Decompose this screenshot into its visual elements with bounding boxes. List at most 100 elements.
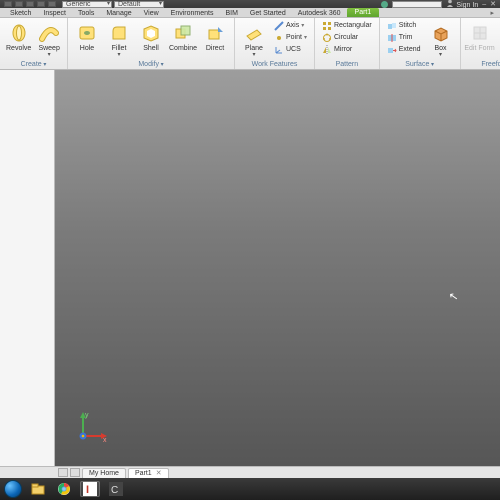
doc-tab-icon[interactable] xyxy=(70,468,80,477)
mirror-icon xyxy=(322,45,332,55)
mouse-cursor-icon: ↖ xyxy=(448,289,459,303)
tab-part1[interactable]: Part1✕ xyxy=(128,468,169,478)
group-label-pattern: Pattern xyxy=(319,60,375,69)
taskbar-chrome-icon[interactable] xyxy=(54,481,74,497)
workspace: y x ↖ xyxy=(0,70,500,466)
shell-button[interactable]: Shell xyxy=(136,20,166,60)
stitch-icon xyxy=(387,21,397,31)
tab-overflow-icon[interactable]: ▸ xyxy=(484,9,500,17)
plane-button[interactable]: Plane xyxy=(239,20,269,60)
close-icon[interactable]: ✕ xyxy=(156,470,162,477)
tab-tools[interactable]: Tools xyxy=(72,8,100,17)
search-input[interactable] xyxy=(392,1,442,8)
extend-icon xyxy=(387,45,397,55)
tab-bim[interactable]: BIM xyxy=(219,8,243,17)
group-modify: Hole Fillet Shell Combine Direct Modify xyxy=(68,18,235,69)
ribbon-tabstrip: Sketch Inspect Tools Manage View Environ… xyxy=(0,8,500,18)
document-tabs: My Home Part1✕ xyxy=(0,466,500,478)
box-icon xyxy=(430,22,452,44)
group-pattern: Rectangular Circular Mirror Pattern xyxy=(315,18,380,69)
group-label-create[interactable]: Create xyxy=(4,60,63,69)
tab-view[interactable]: View xyxy=(138,8,165,17)
edit-form-button: Edit Form xyxy=(465,20,495,53)
svg-text:C: C xyxy=(111,485,118,496)
appearance-dropdown[interactable]: Default xyxy=(114,1,164,8)
mirror-button[interactable]: Mirror xyxy=(319,44,375,55)
box-button[interactable]: Box xyxy=(426,20,456,60)
qat-undo-icon[interactable] xyxy=(37,1,45,7)
window-min-icon[interactable]: – xyxy=(482,1,486,8)
tab-manage[interactable]: Manage xyxy=(100,8,137,17)
viewport-3d[interactable]: y x ↖ xyxy=(55,70,500,466)
freeform-extra-button xyxy=(497,20,500,53)
group-label-surface[interactable]: Surface xyxy=(384,60,456,69)
group-work-features: Plane Axis ▾ Point ▾ UCS Work Features xyxy=(235,18,315,69)
rectangular-pattern-button[interactable]: Rectangular xyxy=(319,20,375,31)
tab-sketch[interactable]: Sketch xyxy=(4,8,37,17)
group-create: Revolve Sweep Create xyxy=(0,18,68,69)
stitch-button[interactable]: Stitch xyxy=(384,20,424,31)
ucs-icon xyxy=(274,45,284,55)
trim-button[interactable]: Trim xyxy=(384,32,424,43)
taskbar-explorer-icon[interactable] xyxy=(28,481,48,497)
axis-button[interactable]: Axis ▾ xyxy=(271,20,310,31)
combine-button[interactable]: Combine xyxy=(168,20,198,60)
group-label-work-features: Work Features xyxy=(239,60,310,69)
ucs-button[interactable]: UCS xyxy=(271,44,310,55)
revolve-icon xyxy=(8,22,30,44)
sweep-button[interactable]: Sweep xyxy=(35,20,63,60)
origin-triad-icon: y x xyxy=(75,410,109,444)
svg-text:x: x xyxy=(103,437,107,444)
tab-my-home[interactable]: My Home xyxy=(82,468,126,478)
start-button[interactable] xyxy=(4,480,22,498)
taskbar-app-icon[interactable]: C xyxy=(106,481,126,497)
revolve-button[interactable]: Revolve xyxy=(4,20,33,60)
svg-text:y: y xyxy=(85,412,89,419)
tab-inspect[interactable]: Inspect xyxy=(37,8,72,17)
help-icon[interactable] xyxy=(381,1,388,8)
title-bar: Generic Default Sign In – ✕ xyxy=(0,0,500,8)
hole-icon xyxy=(76,22,98,44)
group-freeform: Edit Form Freeform xyxy=(461,18,500,69)
edit-form-icon xyxy=(469,22,491,44)
ribbon: Revolve Sweep Create Hole Fillet xyxy=(0,18,500,70)
extend-button[interactable]: Extend xyxy=(384,44,424,55)
shell-icon xyxy=(140,22,162,44)
tab-autodesk-360[interactable]: Autodesk 360 xyxy=(292,8,347,17)
material-dropdown[interactable]: Generic xyxy=(62,1,112,8)
group-surface: Stitch Trim Extend Box Surface xyxy=(380,18,461,69)
direct-button[interactable]: Direct xyxy=(200,20,230,60)
point-button[interactable]: Point ▾ xyxy=(271,32,310,43)
user-icon xyxy=(446,0,454,7)
qat-open-icon[interactable] xyxy=(15,1,23,7)
quick-access-toolbar xyxy=(4,1,56,7)
svg-text:I: I xyxy=(86,484,89,496)
group-label-freeform: Freeform xyxy=(465,60,500,69)
combine-icon xyxy=(172,22,194,44)
tab-get-started[interactable]: Get Started xyxy=(244,8,292,17)
qat-save-icon[interactable] xyxy=(26,1,34,7)
tab-environments[interactable]: Environments xyxy=(165,8,220,17)
window-close-icon[interactable]: ✕ xyxy=(490,0,496,8)
fillet-button[interactable]: Fillet xyxy=(104,20,134,60)
qat-redo-icon[interactable] xyxy=(48,1,56,7)
plane-icon xyxy=(243,22,265,44)
qat-new-icon[interactable] xyxy=(4,1,12,7)
point-icon xyxy=(274,33,284,43)
tab-active-document[interactable]: Part1 xyxy=(347,8,380,17)
circular-pattern-button[interactable]: Circular xyxy=(319,32,375,43)
trim-icon xyxy=(387,33,397,43)
hole-button[interactable]: Hole xyxy=(72,20,102,60)
fillet-icon xyxy=(108,22,130,44)
windows-taskbar: I C xyxy=(0,478,500,500)
sweep-icon xyxy=(38,22,60,44)
circular-icon xyxy=(322,33,332,43)
model-browser-panel[interactable] xyxy=(0,70,55,466)
doc-tab-icon[interactable] xyxy=(58,468,68,477)
rectangular-icon xyxy=(322,21,332,31)
taskbar-inventor-icon[interactable]: I xyxy=(80,481,100,497)
direct-icon xyxy=(204,22,226,44)
group-label-modify[interactable]: Modify xyxy=(72,60,230,69)
axis-icon xyxy=(274,21,284,31)
sign-in-link[interactable]: Sign In xyxy=(446,0,478,9)
